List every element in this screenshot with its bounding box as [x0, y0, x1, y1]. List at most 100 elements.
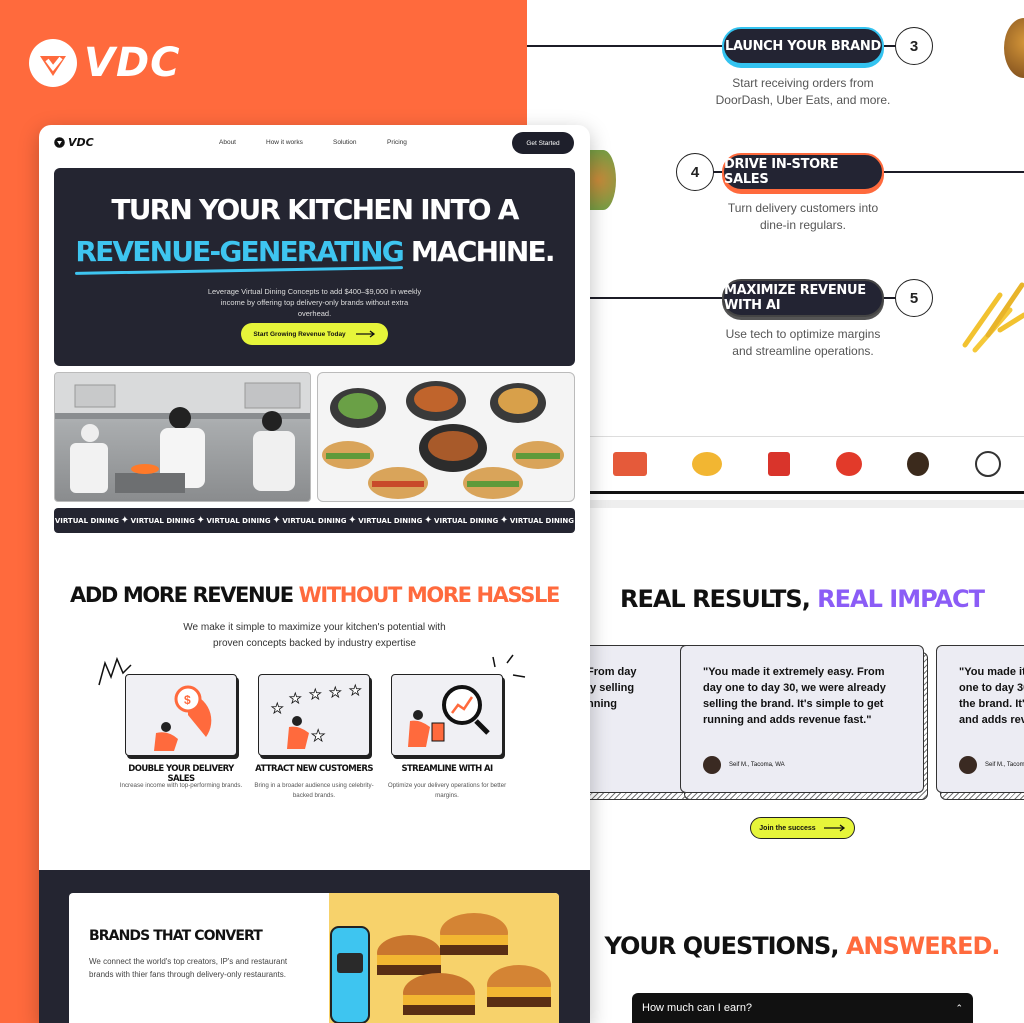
food-spread-photo	[317, 372, 575, 502]
section-heading-main: ADD MORE REVENUE	[70, 583, 294, 607]
nav-link-solution[interactable]: Solution	[333, 139, 357, 146]
testimonial-quote: "You made it extremely easy. From day on…	[703, 666, 886, 726]
svg-text:★: ★	[289, 690, 302, 706]
step-desc-line: and streamline operations.	[732, 344, 874, 358]
step-description: Start receiving orders from DoorDash, Ub…	[712, 75, 894, 109]
svg-text:★: ★	[311, 728, 325, 745]
hero-subtitle: Leverage Virtual Dining Concepts to add …	[207, 287, 422, 318]
testimonial-text: "You made it	[959, 666, 1024, 678]
brands-description: We connect the world's top creators, IP'…	[89, 957, 288, 979]
feature-description: Increase income with top-performing bran…	[119, 782, 243, 789]
virtual-dining-ticker: VIRTUAL DINING ✦ VIRTUAL DINING ✦ VIRTUAL …	[54, 508, 575, 533]
svg-text:$: $	[184, 693, 191, 707]
faq-question: How much can I earn?	[642, 1002, 753, 1014]
results-heading: REAL RESULTS, REAL IMPACT	[590, 585, 1014, 613]
brands-card: BRANDS THAT CONVERT We connect the world…	[69, 893, 559, 1023]
feature-illustration-customers: ★ ★ ★ ★ ★ ★	[258, 674, 370, 756]
feature-description: Optimize your delivery operations for be…	[387, 782, 507, 799]
step-desc-line: DoorDash, Uber Eats, and more.	[715, 93, 891, 107]
avatar	[959, 756, 977, 774]
revenue-chart-illustration: $	[154, 685, 212, 751]
chevron-up-icon: ⌃	[955, 1002, 963, 1013]
top-nav: VDC About How it works Solution Pricing …	[39, 125, 590, 165]
step-desc-line: dine-in regulars.	[759, 218, 847, 232]
nav-link-about[interactable]: About	[219, 139, 236, 146]
feature-illustration-sales: $	[125, 674, 237, 756]
section-heading: ADD MORE REVENUE WITHOUT MORE HASSLE	[39, 583, 590, 607]
feature-illustration-ai	[391, 674, 503, 756]
step-maximize-ai: MAXIMIZE REVENUE WITH AI	[722, 279, 884, 317]
nav-logo[interactable]: VDC	[54, 136, 94, 149]
hero-highlight: REVENUE-GENERATING	[75, 235, 404, 268]
hero-headline-line1: TURN YOUR KITCHEN INTO A	[111, 193, 519, 226]
brand-logo-icon	[975, 451, 1002, 477]
brand-logo-icon	[692, 452, 723, 476]
stars-rating-illustration: ★ ★ ★ ★ ★ ★	[271, 682, 362, 749]
button-label: Join the success	[759, 824, 816, 832]
svg-text:★: ★	[309, 686, 322, 702]
testimonial-author: Seif M., Tacom	[959, 756, 1024, 774]
timeline-line	[713, 171, 722, 173]
faq-heading: YOUR QUESTIONS, ANSWERED.	[590, 932, 1014, 960]
faq-heading-accent: ANSWERED.	[845, 932, 1001, 960]
ticker-item: VIRTUAL DINING	[54, 516, 119, 525]
faq-item[interactable]: How much can I earn? ⌃	[632, 993, 973, 1023]
feature-title: STREAMLINE WITH AI	[401, 764, 493, 774]
vdc-mark-icon	[29, 39, 77, 87]
ticker-item: VIRTUAL DINING	[206, 516, 271, 525]
step-drive-sales: DRIVE IN-STORE SALES	[722, 153, 884, 191]
sparkle-icon: ✦	[348, 515, 357, 526]
testimonial-text: and adds reve	[959, 714, 1024, 726]
step-desc-line: Turn delivery customers into	[727, 201, 879, 215]
hero-section: TURN YOUR KITCHEN INTO A REVENUE-GENERAT…	[54, 168, 575, 366]
author-name: Seif M., Tacom	[985, 762, 1024, 768]
brand-logo-icon	[612, 452, 647, 476]
results-heading-accent: REAL IMPACT	[817, 585, 985, 613]
ticker-item: VIRTUAL DINING	[130, 516, 195, 525]
burgers-photo	[329, 893, 559, 1023]
sparkle-icon: ✦	[424, 515, 433, 526]
section-divider	[590, 500, 1024, 508]
step-number: 3	[895, 27, 933, 65]
testimonial-text: one to day 30	[959, 682, 1024, 694]
start-growing-button[interactable]: Start Growing Revenue Today	[241, 323, 388, 345]
ticker-item: VIRTUAL DINING	[509, 516, 575, 525]
hero-headline-line2: REVENUE-GENERATING MACHINE.	[54, 236, 575, 268]
chefs-illustration	[55, 373, 310, 493]
feature-title: ATTRACT NEW CUSTOMERS	[255, 764, 373, 774]
svg-text:★: ★	[271, 700, 284, 716]
sparkle-icon: ✦	[120, 515, 130, 526]
get-started-button[interactable]: Get Started	[512, 132, 574, 154]
timeline-line	[590, 297, 722, 299]
timeline-line	[884, 171, 1024, 173]
nav-link-how-it-works[interactable]: How it works	[266, 139, 303, 146]
ticker-item: VIRTUAL DINING	[358, 516, 423, 525]
author-name: Seif M., Tacoma, WA	[729, 762, 785, 768]
ticker-item: VIRTUAL DINING	[282, 516, 347, 525]
faq-heading-main: YOUR QUESTIONS,	[604, 932, 839, 960]
testimonial-text: the brand. It's	[959, 698, 1024, 710]
sparkle-icon: ✦	[499, 515, 509, 526]
step-desc-line: Start receiving orders from	[732, 76, 874, 90]
sparkle-icon: ✦	[196, 515, 205, 526]
brand-logo-icon	[768, 452, 791, 476]
brand-wordmark: VDC	[84, 40, 181, 86]
svg-text:★: ★	[349, 682, 362, 698]
avatar	[703, 756, 721, 774]
join-success-button[interactable]: Join the success	[750, 817, 855, 839]
brand-logo-icon	[907, 452, 930, 476]
burgers-illustration	[330, 913, 551, 1023]
brand-logo-strip	[590, 436, 1024, 494]
sandwich-image	[590, 150, 616, 210]
brands-heading: BRANDS THAT CONVERT	[89, 928, 263, 944]
section-subtitle: We make it simple to maximize your kitch…	[183, 622, 446, 649]
arrow-right-icon	[823, 824, 845, 832]
timeline-line	[527, 45, 722, 47]
analytics-illustration	[408, 685, 490, 747]
step-desc-line: Use tech to optimize margins	[725, 327, 881, 341]
results-heading-main: REAL RESULTS,	[619, 585, 811, 613]
step-launch-brand: LAUNCH YOUR BRAND	[722, 27, 884, 65]
sparkle-icon: ✦	[272, 515, 281, 526]
step-description: Turn delivery customers into dine-in reg…	[712, 200, 894, 234]
nav-link-pricing[interactable]: Pricing	[387, 139, 407, 146]
